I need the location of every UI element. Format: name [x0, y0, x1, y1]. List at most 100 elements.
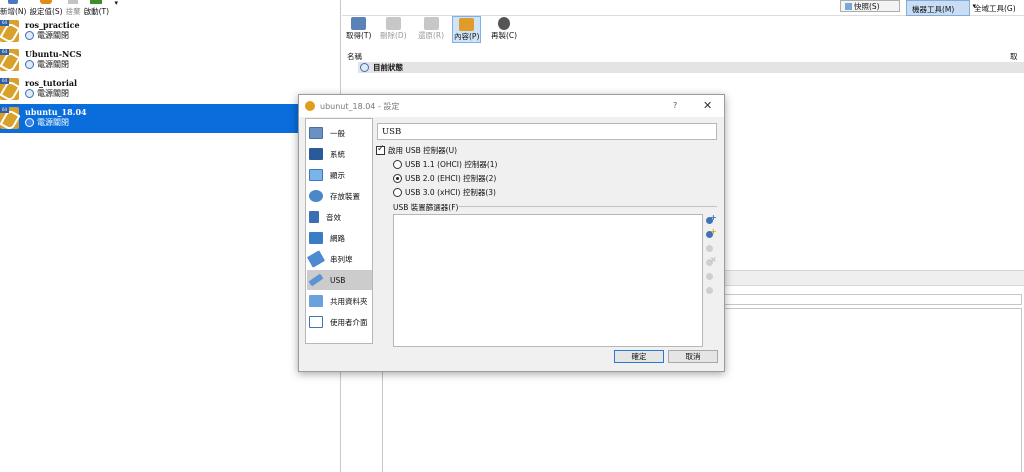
add-empty-filter-icon[interactable]: +	[706, 214, 717, 225]
close-icon[interactable]: ✕	[703, 99, 712, 112]
global-tools-button[interactable]: 全域工具(G)	[974, 0, 1024, 16]
vm-state: 電源關閉	[37, 89, 69, 98]
checkbox-box[interactable]	[376, 144, 385, 155]
dialog-titlebar[interactable]: ubunut_18.04 - 設定 ? ✕	[299, 95, 724, 117]
discard-icon	[68, 0, 79, 4]
category-display[interactable]: 顯示	[307, 165, 372, 185]
vm-list-pane: 新增(N) 設定值(S) 捨棄 啟動(T) ▾ 64 ros_practice …	[0, 0, 341, 472]
vm-item-ros-practice[interactable]: 64 ros_practice 電源關閉	[0, 17, 341, 46]
os-64-badge: 64	[0, 78, 9, 84]
power-off-icon	[25, 31, 34, 40]
category-storage[interactable]: 存放裝置	[307, 186, 372, 206]
remove-filter-icon[interactable]: ×	[706, 256, 717, 267]
main-toolbar: 新增(N) 設定值(S) 捨棄 啟動(T) ▾	[0, 0, 341, 17]
power-off-icon	[25, 89, 34, 98]
properties-button[interactable]: 內容(P)	[452, 16, 482, 43]
vm-name: ros_tutorial	[25, 78, 78, 88]
move-filter-up-icon[interactable]	[706, 271, 716, 281]
category-general[interactable]: 一般	[307, 123, 372, 143]
radio-circle[interactable]	[393, 188, 402, 197]
category-system[interactable]: 系統	[307, 144, 372, 164]
move-filter-down-icon[interactable]	[706, 285, 716, 295]
current-state-label: 目前狀態	[373, 63, 403, 72]
enable-usb-label: 啟用 USB 控制器(U)	[388, 146, 458, 155]
display-icon	[309, 169, 323, 181]
settings-gear-icon	[40, 0, 53, 4]
network-icon	[309, 232, 323, 244]
power-off-icon	[25, 118, 34, 127]
clone-sheep-icon	[498, 17, 511, 30]
category-label: 系統	[330, 149, 345, 159]
radio-label: USB 2.0 (EHCI) 控制器(2)	[405, 174, 497, 183]
os-64-badge: 64	[0, 107, 9, 113]
radio-circle[interactable]	[393, 174, 402, 183]
vm-item-ubuntu-ncs[interactable]: 64 Ubuntu-NCS 電源關閉	[0, 46, 341, 75]
discard-button[interactable]: 捨棄	[66, 0, 81, 17]
clone-button[interactable]: 再製(C)	[491, 17, 517, 41]
category-audio[interactable]: 音效	[307, 207, 372, 227]
category-label: 串列埠	[330, 254, 353, 264]
new-button[interactable]: 新增(N)	[0, 0, 26, 17]
cancel-button[interactable]: 取消	[668, 350, 718, 363]
usb-filters-label: USB 裝置篩選器(F)	[393, 203, 459, 212]
vm-item-ros-tutorial[interactable]: 64 ros_tutorial 電源關閉	[0, 75, 341, 104]
virtualbox-app-icon	[305, 101, 315, 111]
usb-2-0-radio[interactable]: USB 2.0 (EHCI) 控制器(2)	[393, 173, 496, 184]
take-snapshot-icon	[351, 17, 367, 30]
help-button[interactable]: ?	[673, 101, 677, 110]
restore-snapshot-icon	[423, 17, 439, 30]
ok-button[interactable]: 確定	[614, 350, 664, 363]
delete-snapshot-icon	[385, 17, 401, 30]
add-device-filter-icon[interactable]: +	[706, 228, 717, 239]
settings-category-list: 一般 系統 顯示 存放裝置 音效 網路 串列埠 USB 共用資料夾 使用者介面	[305, 118, 373, 344]
category-label: USB	[330, 275, 346, 285]
power-off-icon	[25, 60, 34, 69]
dialog-title: ubunut_18.04 - 設定	[320, 101, 400, 111]
restore-snapshot-button[interactable]: 還原(R)	[418, 17, 444, 41]
current-state-row[interactable]: 目前狀態	[358, 62, 1024, 73]
usb-filter-list[interactable]	[393, 214, 703, 347]
radio-label: USB 3.0 (xHCI) 控制器(3)	[405, 188, 496, 197]
category-label: 音效	[326, 212, 341, 222]
category-label: 一般	[330, 128, 345, 138]
vm-state: 電源關閉	[37, 31, 69, 40]
snapshots-label: 快照(S)	[854, 1, 880, 11]
category-shared-folders[interactable]: 共用資料夾	[307, 291, 372, 311]
enable-usb-checkbox[interactable]: 啟用 USB 控制器(U)	[376, 144, 458, 156]
section-title: USB	[377, 123, 717, 140]
delete-snapshot-button[interactable]: 刪除(D)	[380, 17, 407, 41]
ubuntu-os-icon: 64	[0, 107, 19, 129]
properties-icon	[459, 18, 475, 31]
usb-1-1-radio[interactable]: USB 1.1 (OHCI) 控制器(1)	[393, 159, 497, 170]
category-label: 存放裝置	[330, 191, 360, 201]
machine-tools-button[interactable]: 機器工具(M) ▾	[906, 0, 976, 16]
vm-item-ubuntu-18-04[interactable]: 64 ubuntu_18.04 電源關閉	[0, 104, 341, 133]
user-interface-icon	[309, 316, 323, 328]
vm-name: Ubuntu-NCS	[25, 49, 82, 59]
ubuntu-os-icon: 64	[0, 78, 19, 100]
settings-button[interactable]: 設定值(S)	[29, 0, 63, 17]
vm-state: 電源關閉	[37, 60, 69, 69]
storage-icon	[309, 190, 323, 202]
vm-state: 電源關閉	[37, 118, 69, 127]
category-label: 網路	[330, 233, 345, 243]
vm-name: ros_practice	[25, 20, 80, 30]
column-header-name[interactable]: 名稱	[347, 51, 362, 62]
category-network[interactable]: 網路	[307, 228, 372, 248]
category-serial-port[interactable]: 串列埠	[306, 249, 372, 269]
take-snapshot-button[interactable]: 取得(T)	[346, 17, 371, 41]
usb-3-0-radio[interactable]: USB 3.0 (xHCI) 控制器(3)	[393, 187, 496, 198]
radio-circle[interactable]	[393, 160, 402, 169]
category-label: 顯示	[330, 170, 345, 180]
global-tools-label: 全域工具(G)	[974, 4, 1016, 13]
snapshots-button[interactable]: 快照(S)	[840, 0, 900, 12]
start-dropdown-icon[interactable]: ▾	[115, 0, 119, 7]
edit-filter-icon[interactable]	[706, 243, 716, 253]
ubuntu-os-icon: 64	[0, 20, 19, 42]
start-button[interactable]: 啟動(T) ▾	[84, 0, 118, 17]
category-user-interface[interactable]: 使用者介面	[307, 312, 372, 332]
os-64-badge: 64	[0, 20, 9, 26]
category-usb[interactable]: USB	[307, 270, 372, 290]
category-label: 使用者介面	[330, 317, 368, 327]
snapshots-icon	[845, 2, 852, 10]
